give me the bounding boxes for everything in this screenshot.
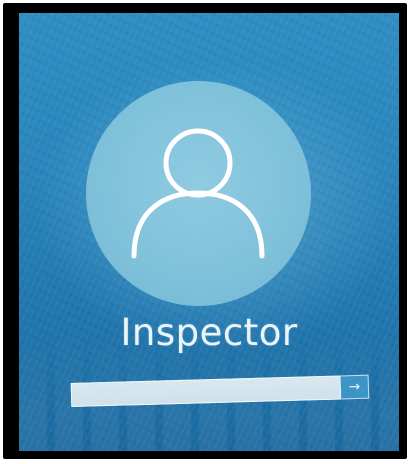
submit-button[interactable]: → — [340, 374, 370, 400]
arrow-right-icon: → — [348, 378, 361, 396]
password-row: → — [70, 374, 370, 407]
password-input[interactable] — [70, 375, 342, 407]
username-label: Inspector — [120, 311, 298, 354]
user-silhouette-icon — [131, 128, 265, 259]
device-bezel: Inspector → — [3, 3, 407, 459]
user-avatar — [86, 81, 311, 306]
lock-screen: Inspector → — [19, 13, 399, 451]
